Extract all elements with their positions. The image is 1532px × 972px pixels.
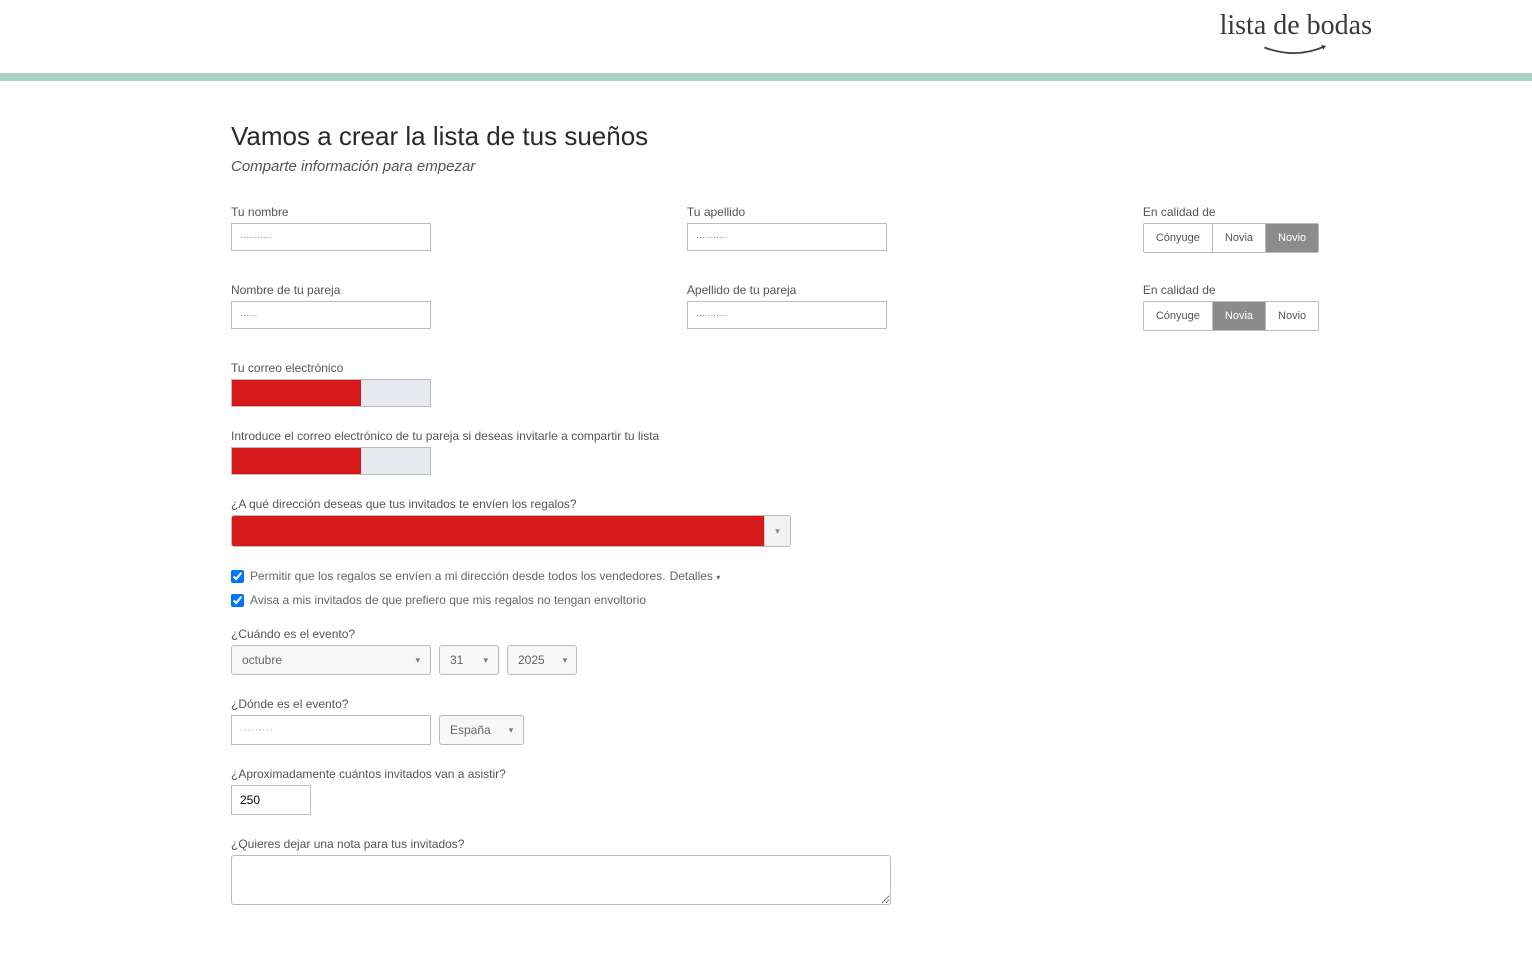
month-value: octubre <box>242 653 282 667</box>
label-nombre-pareja: Nombre de tu pareja <box>231 283 667 297</box>
details-link[interactable]: Detalles ▾ <box>670 569 721 583</box>
day-value: 31 <box>450 653 463 667</box>
role2-novia-button[interactable]: Novia <box>1213 302 1266 330</box>
chevron-down-icon: ▾ <box>483 655 488 666</box>
label-tu-nombre: Tu nombre <box>231 205 667 219</box>
permit-gifts-label: Permitir que los regalos se envíen a mi … <box>250 569 666 583</box>
label-invitados: ¿Aproximadamente cuántos invitados van a… <box>231 767 1341 781</box>
label-role-1: En calidad de <box>1143 205 1341 219</box>
guests-input[interactable] <box>231 785 311 815</box>
country-value: España <box>450 723 491 737</box>
role1-novia-button[interactable]: Novia <box>1213 224 1266 252</box>
partner-last-name-input[interactable] <box>687 301 887 329</box>
page-title: Vamos a crear la lista de tus sueños <box>231 121 1341 152</box>
role1-conyuge-button[interactable]: Cónyuge <box>1144 224 1213 252</box>
label-correo-pareja: Introduce el correo electrónico de tu pa… <box>231 429 1341 443</box>
city-input[interactable] <box>231 715 431 745</box>
role2-conyuge-button[interactable]: Cónyuge <box>1144 302 1213 330</box>
label-apellido-pareja: Apellido de tu pareja <box>687 283 1123 297</box>
chevron-down-icon: ▾ <box>563 655 568 666</box>
role-group-2: Cónyuge Novia Novio <box>1143 301 1319 331</box>
label-correo: Tu correo electrónico <box>231 361 1341 375</box>
note-textarea[interactable] <box>231 855 891 905</box>
country-select[interactable]: España ▾ <box>439 715 524 745</box>
label-nota: ¿Quieres dejar una nota para tus invitad… <box>231 837 1341 851</box>
label-tu-apellido: Tu apellido <box>687 205 1123 219</box>
email-input[interactable] <box>231 379 431 407</box>
year-value: 2025 <box>518 653 545 667</box>
page-subtitle: Comparte información para empezar <box>231 158 1341 175</box>
no-wrap-label: Avisa a mis invitados de que prefiero qu… <box>250 593 646 607</box>
chevron-down-icon: ▾ <box>716 573 720 582</box>
day-select[interactable]: 31 ▾ <box>439 645 499 675</box>
amazon-smile-icon <box>1261 44 1331 58</box>
role2-novio-button[interactable]: Novio <box>1266 302 1318 330</box>
year-select[interactable]: 2025 ▾ <box>507 645 577 675</box>
chevron-down-icon: ▾ <box>764 516 790 546</box>
brand-text: lista de bodas <box>1220 10 1372 42</box>
permit-gifts-checkbox[interactable] <box>231 570 244 583</box>
role1-novio-button[interactable]: Novio <box>1266 224 1318 252</box>
brand-logo: lista de bodas <box>1220 10 1372 58</box>
chevron-down-icon: ▾ <box>509 725 514 736</box>
address-select[interactable]: ▾ <box>231 515 791 547</box>
label-cuando: ¿Cuándo es el evento? <box>231 627 1341 641</box>
label-donde: ¿Dónde es el evento? <box>231 697 1341 711</box>
label-role-2: En calidad de <box>1143 283 1341 297</box>
partner-email-input[interactable] <box>231 447 431 475</box>
month-select[interactable]: octubre ▾ <box>231 645 431 675</box>
no-wrap-checkbox[interactable] <box>231 594 244 607</box>
last-name-input[interactable] <box>687 223 887 251</box>
first-name-input[interactable] <box>231 223 431 251</box>
partner-first-name-input[interactable] <box>231 301 431 329</box>
role-group-1: Cónyuge Novia Novio <box>1143 223 1319 253</box>
label-direccion: ¿A qué dirección deseas que tus invitado… <box>231 497 1341 511</box>
header-divider <box>0 73 1532 81</box>
chevron-down-icon: ▾ <box>415 655 420 666</box>
